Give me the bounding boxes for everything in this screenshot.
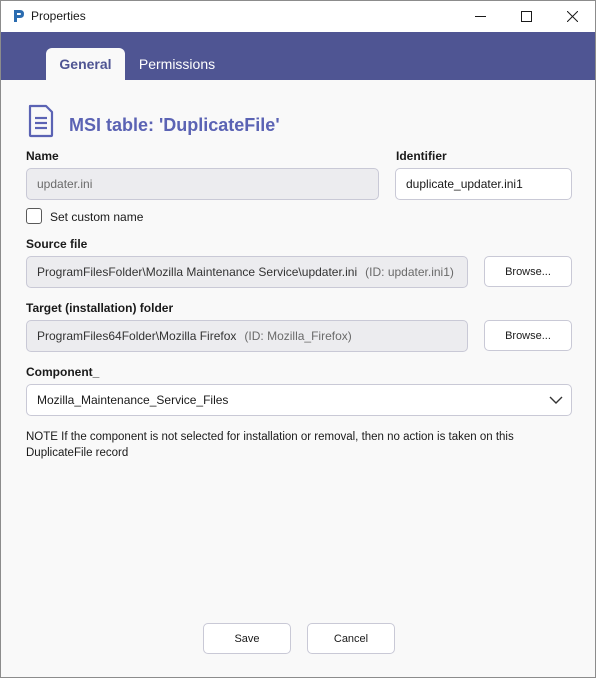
set-custom-name-label[interactable]: Set custom name: [50, 210, 143, 224]
tab-permissions[interactable]: Permissions: [131, 48, 223, 80]
identifier-field[interactable]: duplicate_updater.ini1: [395, 168, 572, 200]
tab-general[interactable]: General: [46, 48, 125, 80]
tab-bar: General Permissions: [1, 32, 595, 80]
chevron-down-icon: [549, 396, 563, 404]
document-icon: [28, 104, 54, 138]
identifier-label: Identifier: [396, 149, 447, 163]
app-logo-icon: [14, 10, 24, 22]
maximize-icon: [520, 11, 532, 22]
set-custom-name-checkbox[interactable]: [26, 208, 42, 224]
title-bar: Properties: [1, 1, 595, 32]
component-label: Component_: [26, 365, 100, 379]
properties-window: Properties General Permissions MSI table…: [0, 0, 596, 678]
close-button[interactable]: [549, 1, 595, 32]
close-icon: [566, 11, 578, 22]
source-browse-button[interactable]: Browse...: [484, 256, 572, 287]
name-field[interactable]: updater.ini: [26, 168, 379, 200]
minimize-icon: [474, 16, 486, 17]
window-title: Properties: [31, 9, 86, 23]
target-folder-id: (ID: Mozilla_Firefox): [244, 329, 352, 343]
target-folder-label: Target (installation) folder: [26, 301, 174, 315]
target-folder-field[interactable]: ProgramFiles64Folder\Mozilla Firefox (ID…: [26, 320, 468, 352]
component-note: NOTE If the component is not selected fo…: [26, 431, 514, 459]
source-file-id: (ID: updater.ini1): [365, 265, 454, 279]
target-folder-path: ProgramFiles64Folder\Mozilla Firefox: [37, 329, 237, 343]
save-button[interactable]: Save: [203, 623, 291, 654]
source-file-field[interactable]: ProgramFilesFolder\Mozilla Maintenance S…: [26, 256, 468, 288]
page-title: MSI table: 'DuplicateFile': [69, 115, 280, 135]
component-select[interactable]: Mozilla_Maintenance_Service_Files: [26, 384, 572, 416]
component-value: Mozilla_Maintenance_Service_Files: [37, 393, 229, 407]
maximize-button[interactable]: [503, 1, 549, 32]
source-file-label: Source file: [26, 237, 88, 251]
source-file-path: ProgramFilesFolder\Mozilla Maintenance S…: [37, 265, 358, 279]
name-label: Name: [26, 149, 59, 163]
target-browse-button[interactable]: Browse...: [484, 320, 572, 351]
minimize-button[interactable]: [457, 1, 503, 32]
cancel-button[interactable]: Cancel: [307, 623, 395, 654]
